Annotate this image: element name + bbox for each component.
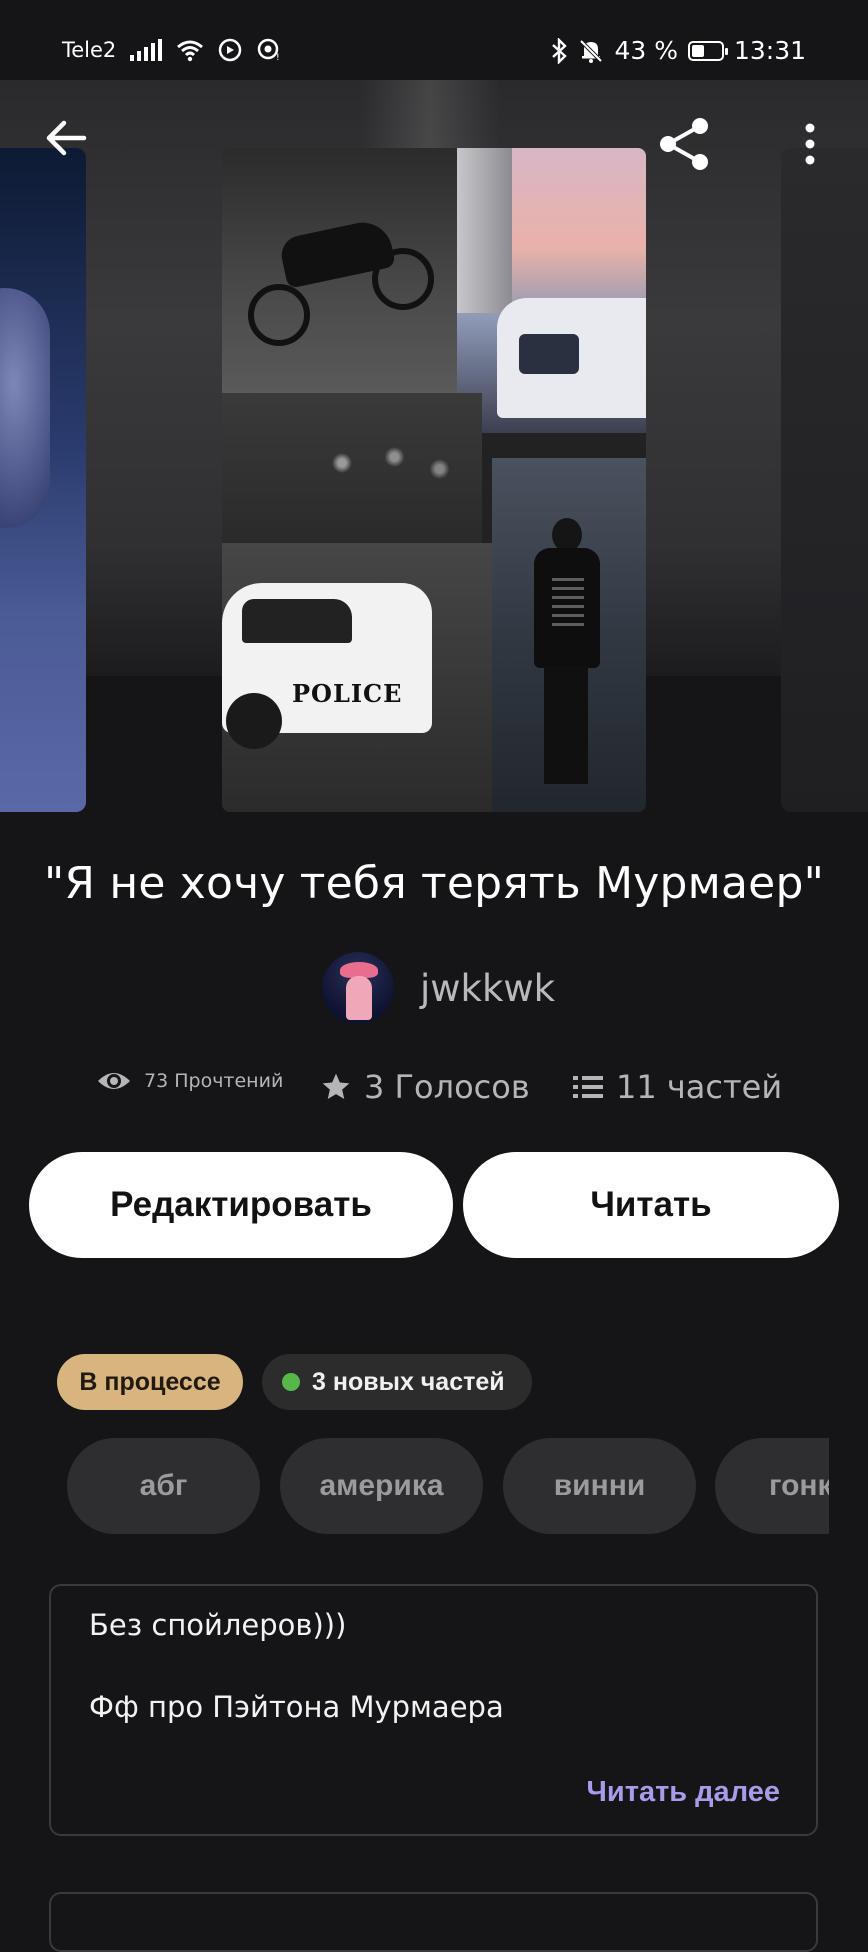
votes-count: 3 Голосов — [364, 1068, 530, 1106]
bluetooth-icon — [552, 37, 568, 64]
author-avatar[interactable] — [322, 952, 394, 1024]
share-button[interactable] — [652, 112, 716, 176]
parts-stat: 11 частей — [572, 1068, 782, 1106]
description-line: Без спойлеров))) — [89, 1608, 347, 1642]
cover-image-night-lights — [222, 393, 482, 543]
status-badge: В процессе — [57, 1354, 243, 1410]
edit-button[interactable]: Редактировать — [29, 1152, 453, 1258]
cover-next[interactable] — [781, 148, 868, 812]
svg-text:!: ! — [276, 53, 280, 62]
carrier-label: Tele2 — [62, 38, 117, 62]
story-cover[interactable]: POLICE — [222, 148, 646, 812]
more-options-button[interactable] — [790, 112, 830, 176]
story-stats: 73 Прочтений 3 Голосов 11 частей — [96, 1068, 796, 1118]
eye-icon — [98, 1073, 130, 1089]
back-button[interactable] — [36, 108, 96, 168]
cover-image-motorcycle — [222, 148, 457, 393]
wifi-icon — [177, 40, 204, 62]
parts-count: 11 частей — [616, 1068, 783, 1106]
cover-image-person — [492, 458, 646, 812]
reads-stat: 73 Прочтений — [96, 1068, 283, 1094]
reads-count: 73 Прочтений — [144, 1070, 284, 1092]
tag-chip[interactable]: гонк — [715, 1438, 829, 1534]
cover-previous[interactable] — [0, 148, 86, 812]
battery-icon — [687, 40, 728, 61]
mute-bell-icon — [580, 39, 603, 63]
nfc-icon — [219, 38, 242, 62]
description-card: Без спойлеров))) Фф про Пэйтона Мурмаера… — [49, 1584, 818, 1836]
story-title: "Я не хочу тебя терять Мурмаер" — [43, 858, 825, 909]
share-icon — [660, 118, 708, 170]
status-right: 43 % 13:31 — [550, 36, 806, 65]
cover-image-ambulance — [457, 148, 646, 433]
next-section-card — [49, 1892, 818, 1952]
cover-image-police-car: POLICE — [222, 543, 492, 812]
signal-icon — [130, 39, 163, 61]
clock: 13:31 — [733, 36, 806, 65]
hotspot-icon: ! — [258, 38, 280, 62]
author-name[interactable]: jwkkwk — [420, 967, 555, 1010]
new-parts-label: 3 новых частей — [312, 1367, 505, 1396]
battery-percent: 43 % — [614, 36, 678, 65]
star-icon — [322, 1073, 350, 1099]
more-vertical-icon — [805, 123, 815, 165]
tag-chip[interactable]: абг — [67, 1438, 260, 1534]
tags-list[interactable]: абг америка винни гонк — [0, 1438, 829, 1534]
status-left: Tele2 ! — [62, 38, 282, 62]
cover-previous-image — [0, 288, 50, 528]
cover-police-text: POLICE — [292, 679, 403, 708]
tag-chip[interactable]: америка — [280, 1438, 483, 1534]
description-line: Фф про Пэйтона Мурмаера — [89, 1690, 504, 1724]
back-arrow-icon — [46, 120, 87, 156]
read-more-link[interactable]: Читать далее — [587, 1776, 780, 1809]
new-indicator-dot — [282, 1373, 300, 1391]
tag-chip[interactable]: винни — [503, 1438, 696, 1534]
list-icon — [573, 1076, 603, 1098]
votes-stat: 3 Голосов — [320, 1068, 530, 1106]
status-bar: Tele2 ! 43 % 13:31 — [0, 0, 868, 80]
read-button[interactable]: Читать — [463, 1152, 839, 1258]
new-parts-badge: 3 новых частей — [262, 1354, 532, 1410]
author-link[interactable]: jwkkwk — [322, 952, 555, 1024]
